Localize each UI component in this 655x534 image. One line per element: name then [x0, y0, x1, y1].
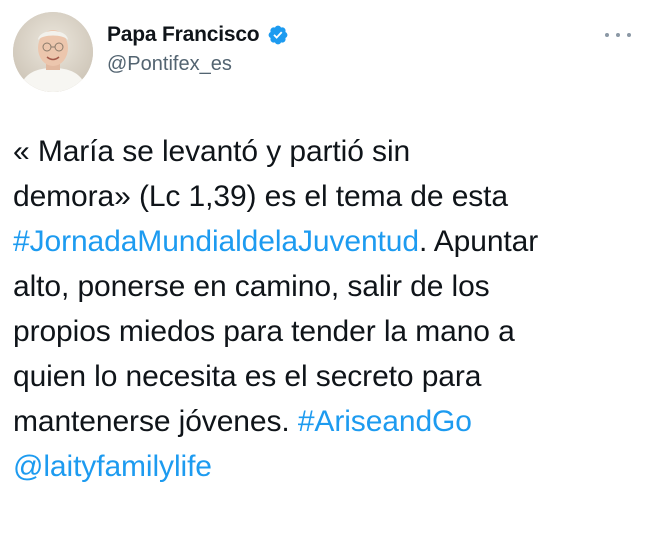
mention-link[interactable]: @laityfamilylife [13, 450, 212, 483]
tweet-text-segment: . Apuntar [418, 225, 539, 258]
more-options-icon[interactable] [601, 24, 635, 46]
tweet-line: mantenerse jóvenes. #AriseandGo [13, 399, 638, 444]
more-dot [616, 33, 620, 37]
verified-badge-icon [267, 24, 289, 46]
tweet-text-segment: « María se levantó y partió sin [13, 135, 411, 168]
tweet-text: « María se levantó y partió sin demora» (… [13, 129, 638, 489]
more-dot [627, 33, 631, 37]
hashtag-link[interactable]: #JornadaMundialdelaJuventud [13, 225, 419, 258]
more-dot [605, 33, 609, 37]
tweet-text-segment: demora» (Lc 1,39) es el tema de esta [13, 180, 509, 213]
author-name-row[interactable]: Papa Francisco [107, 22, 289, 48]
profile-photo-icon [13, 12, 93, 92]
tweet-line: demora» (Lc 1,39) es el tema de esta [13, 174, 638, 219]
tweet-line: alto, ponerse en camino, salir de los [13, 264, 638, 309]
tweet-line: @laityfamilylife [13, 444, 638, 489]
tweet-text-segment: mantenerse jóvenes. [13, 405, 298, 438]
tweet-line: propios miedos para tender la mano a [13, 309, 638, 354]
tweet-text-segment: quien lo necesita es el secreto para [13, 360, 482, 393]
hashtag-link[interactable]: #AriseandGo [298, 405, 472, 438]
tweet-line: #JornadaMundialdelaJuventud. Apuntar [13, 219, 638, 264]
author-display-name[interactable]: Papa Francisco [107, 23, 260, 47]
tweet-card: Papa Francisco @Pontifex_es « María se l… [0, 0, 655, 534]
author-handle[interactable]: @Pontifex_es [107, 53, 232, 76]
tweet-text-segment: propios miedos para tender la mano a [13, 315, 515, 348]
tweet-line: quien lo necesita es el secreto para [13, 354, 638, 399]
tweet-line: « María se levantó y partió sin [13, 129, 638, 174]
tweet-text-segment: alto, ponerse en camino, salir de los [13, 270, 490, 303]
author-avatar[interactable] [13, 12, 93, 92]
